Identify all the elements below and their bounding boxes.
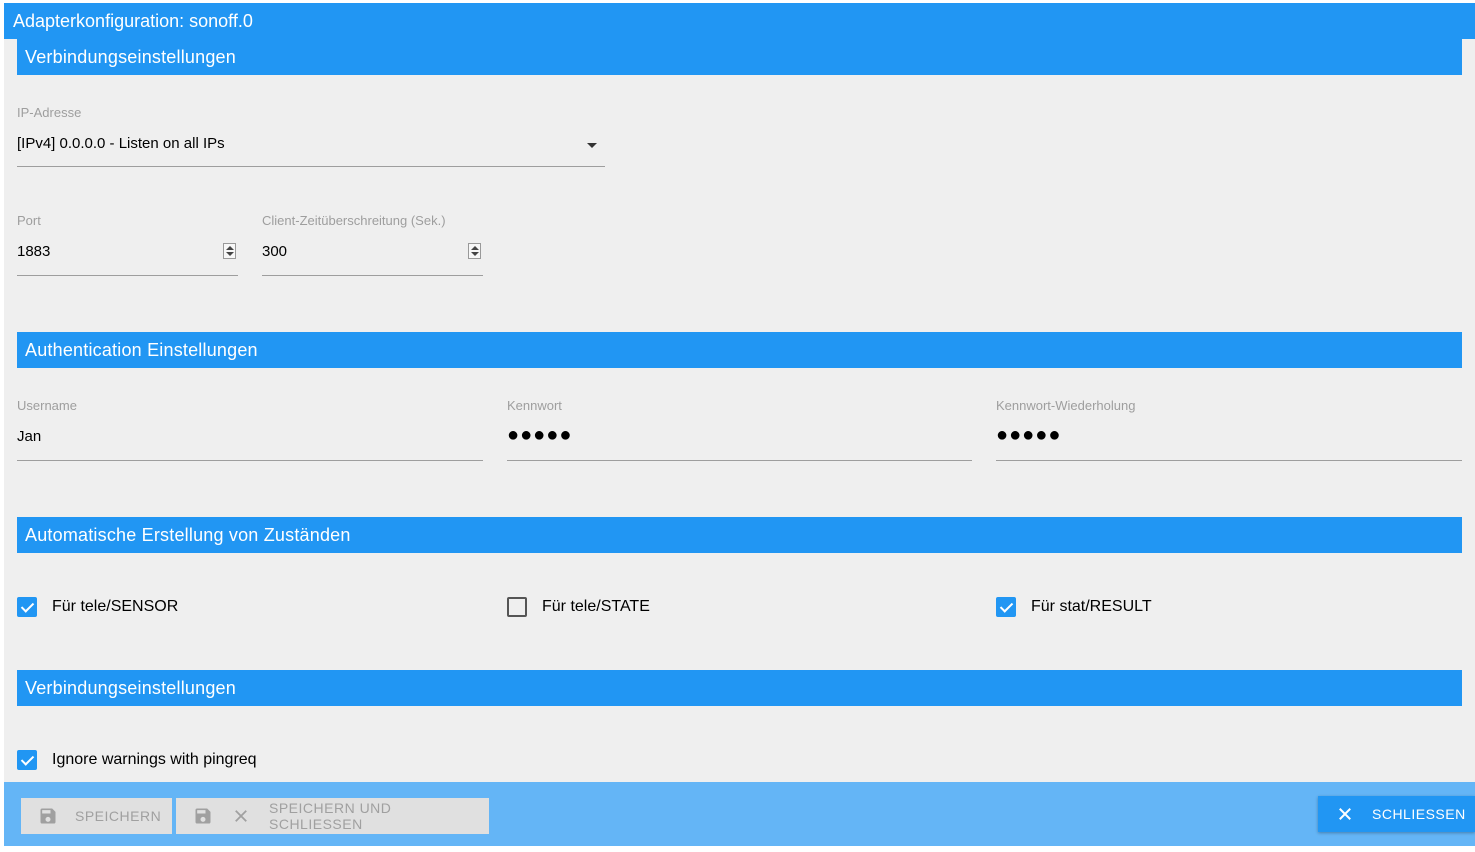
close-icon bbox=[1336, 805, 1354, 823]
ip-address-underline bbox=[17, 166, 605, 167]
username-label: Username bbox=[17, 398, 77, 413]
section-header-connection: Verbindungseinstellungen bbox=[17, 39, 1462, 75]
client-timeout-field[interactable]: Client-Zeitüberschreitung (Sek.) 300 bbox=[262, 213, 483, 276]
save-and-close-label: SPEICHERN UND SCHLIESSEN bbox=[269, 800, 392, 832]
port-label: Port bbox=[17, 213, 41, 228]
username-underline bbox=[17, 460, 483, 461]
client-timeout-underline bbox=[262, 275, 483, 276]
port-spinner-icon[interactable] bbox=[223, 243, 236, 259]
footer-bar: SPEICHERN SPEICHERN UND SCHLIESSEN SCHLI… bbox=[4, 782, 1475, 846]
password-label: Kennwort bbox=[507, 398, 562, 413]
save-icon bbox=[193, 806, 213, 826]
tele-sensor-checkbox[interactable] bbox=[17, 597, 37, 617]
close-button[interactable]: SCHLIESSEN bbox=[1318, 796, 1475, 832]
pingreq-label: Ignore warnings with pingreq bbox=[52, 751, 257, 768]
close-label: SCHLIESSEN bbox=[1372, 806, 1466, 822]
pingreq-checkbox[interactable] bbox=[17, 750, 37, 770]
timeout-spinner-icon[interactable] bbox=[468, 243, 481, 259]
port-underline bbox=[17, 275, 238, 276]
password-repeat-underline bbox=[996, 460, 1462, 461]
dropdown-arrow-icon[interactable] bbox=[587, 143, 597, 148]
password-repeat-value: ●●●●● bbox=[996, 424, 1062, 446]
config-content: Verbindungseinstellungen IP-Adresse [IPv… bbox=[4, 39, 1475, 782]
save-button[interactable]: SPEICHERN bbox=[21, 798, 172, 834]
save-and-close-button[interactable]: SPEICHERN UND SCHLIESSEN bbox=[176, 798, 489, 834]
ip-address-value: [IPv4] 0.0.0.0 - Listen on all IPs bbox=[17, 135, 225, 152]
port-field[interactable]: Port 1883 bbox=[17, 213, 238, 276]
client-timeout-label: Client-Zeitüberschreitung (Sek.) bbox=[262, 213, 446, 228]
section-header-connection-2: Verbindungseinstellungen bbox=[17, 670, 1462, 706]
save-icon bbox=[38, 806, 58, 826]
checkbox-row-stat-result[interactable]: Für stat/RESULT bbox=[996, 597, 1152, 617]
password-repeat-label: Kennwort-Wiederholung bbox=[996, 398, 1136, 413]
username-value: Jan bbox=[17, 428, 42, 445]
checkbox-row-tele-sensor[interactable]: Für tele/SENSOR bbox=[17, 597, 178, 617]
username-field[interactable]: Username Jan bbox=[17, 398, 483, 461]
client-timeout-value: 300 bbox=[262, 243, 288, 260]
password-field[interactable]: Kennwort ●●●●● bbox=[507, 398, 972, 461]
ip-address-label: IP-Adresse bbox=[17, 105, 82, 120]
password-repeat-field[interactable]: Kennwort-Wiederholung ●●●●● bbox=[996, 398, 1462, 461]
stat-result-checkbox[interactable] bbox=[996, 597, 1016, 617]
ip-address-select[interactable]: IP-Adresse [IPv4] 0.0.0.0 - Listen on al… bbox=[17, 105, 605, 167]
tele-state-checkbox[interactable] bbox=[507, 597, 527, 617]
port-value: 1883 bbox=[17, 243, 51, 260]
section-header-states: Automatische Erstellung von Zuständen bbox=[17, 517, 1462, 553]
close-icon bbox=[232, 807, 250, 825]
tele-sensor-label: Für tele/SENSOR bbox=[52, 598, 179, 615]
window-title: Adapterkonfiguration: sonoff.0 bbox=[4, 3, 1475, 39]
save-label: SPEICHERN bbox=[75, 808, 162, 824]
password-value: ●●●●● bbox=[507, 424, 573, 446]
checkbox-row-pingreq[interactable]: Ignore warnings with pingreq bbox=[17, 750, 257, 770]
bottom-strip bbox=[0, 846, 1475, 852]
stat-result-label: Für stat/RESULT bbox=[1031, 598, 1152, 615]
checkbox-row-tele-state[interactable]: Für tele/STATE bbox=[507, 597, 650, 617]
section-header-auth: Authentication Einstellungen bbox=[17, 332, 1462, 368]
password-underline bbox=[507, 460, 972, 461]
tele-state-label: Für tele/STATE bbox=[542, 598, 650, 615]
